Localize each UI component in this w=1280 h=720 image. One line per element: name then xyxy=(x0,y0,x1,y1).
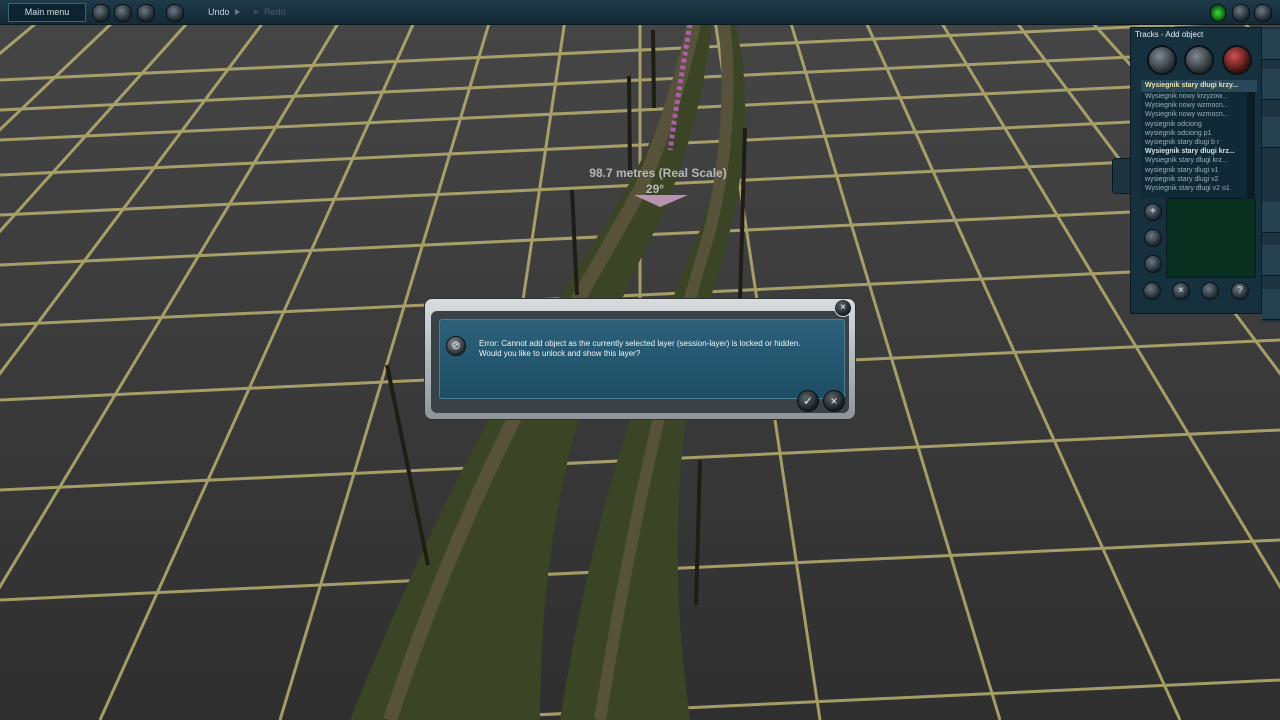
tab-layers[interactable] xyxy=(1262,245,1280,276)
object-list[interactable]: Wysiegnik nowy krzyzow... Wysiegnik nowy … xyxy=(1141,92,1247,198)
rotate-icon[interactable] xyxy=(1144,255,1162,273)
help-icon[interactable]: ? xyxy=(1231,282,1249,300)
add-icon[interactable] xyxy=(1232,4,1250,22)
panel-collapse-handle[interactable] xyxy=(1112,158,1131,194)
object-list-scrollbar[interactable] xyxy=(1247,92,1255,198)
list-item[interactable]: Wysiegnik nowy wzmocn... xyxy=(1141,110,1247,119)
angle-label: 29° xyxy=(645,182,665,196)
undo-button[interactable]: Undo xyxy=(208,4,230,20)
list-item[interactable]: wysiegnik stary dlugi b r xyxy=(1141,138,1247,147)
list-item[interactable]: Wysiegnik stary dlugi krz... xyxy=(1141,147,1247,156)
tab-tools[interactable] xyxy=(1262,202,1280,233)
main-menu-button[interactable]: Main menu xyxy=(8,3,86,22)
list-item[interactable]: wysiegnik stary dlugi v2 xyxy=(1141,175,1247,184)
tab-paint[interactable] xyxy=(1262,69,1280,100)
anchor-icon[interactable] xyxy=(1201,282,1219,300)
undo-arrow-icon xyxy=(235,9,240,15)
dialog-frame xyxy=(431,311,849,413)
tab-settings[interactable] xyxy=(1262,289,1280,320)
globe-icon[interactable] xyxy=(92,4,110,22)
list-item[interactable]: wysiegnik odciong p1 xyxy=(1141,129,1247,138)
tab-terrain[interactable] xyxy=(1262,29,1280,60)
list-item[interactable]: Wysiegnik stary dlugi v2 o1 xyxy=(1141,184,1247,193)
help-icon[interactable] xyxy=(1254,4,1272,22)
layers-icon[interactable] xyxy=(166,4,184,22)
measurement-label: 98.7 metres (Real Scale) xyxy=(589,166,727,180)
list-item[interactable]: Wysiegnik nowy krzyzow... xyxy=(1141,92,1247,101)
pole-mode-icon[interactable] xyxy=(1184,45,1214,75)
tool-tabs xyxy=(1262,27,1280,322)
list-item[interactable]: Wysiegnik nowy wzmocn... xyxy=(1141,101,1247,110)
message-line: Error: Cannot add object as the currentl… xyxy=(479,339,801,348)
close-icon[interactable]: × xyxy=(834,299,852,317)
selected-object-label: Wysiegnik stary dlugi krzy... xyxy=(1141,80,1257,92)
settings-icon[interactable] xyxy=(137,4,155,22)
cancel-button[interactable]: × xyxy=(823,390,845,412)
top-toolbar: Main menu Undo Redo xyxy=(0,0,1280,25)
add-icon[interactable]: + xyxy=(1144,203,1162,221)
wrench-icon[interactable] xyxy=(1144,229,1162,247)
dialog-message: Error: Cannot add object as the currentl… xyxy=(479,339,819,359)
panel-title: Tracks - Add object xyxy=(1135,30,1204,39)
track-mode-icon[interactable] xyxy=(1147,45,1177,75)
error-dialog xyxy=(424,298,856,420)
redo-arrow-icon xyxy=(254,9,259,15)
remove-icon[interactable]: × xyxy=(1172,282,1190,300)
message-line: Would you like to unlock and show this l… xyxy=(479,349,641,358)
dialog-body xyxy=(439,319,845,399)
status-indicator-icon xyxy=(1210,4,1226,22)
list-icon[interactable] xyxy=(114,4,132,22)
tracks-add-object-panel: Tracks - Add object Wysiegnik stary dlug… xyxy=(1130,27,1262,314)
list-item[interactable]: Wysiegnik stary dlugi krz... xyxy=(1141,156,1247,165)
confirm-button[interactable]: ✓ xyxy=(797,390,819,412)
error-icon: ⊘ xyxy=(446,336,466,356)
redo-button[interactable]: Redo xyxy=(264,4,286,20)
delete-mode-icon[interactable] xyxy=(1222,45,1252,75)
tab-objects[interactable] xyxy=(1262,117,1280,148)
list-item[interactable]: wysiegnik stary dlugi v1 xyxy=(1141,166,1247,175)
pin-icon[interactable] xyxy=(1143,282,1161,300)
list-item[interactable]: wysiegnik odciong xyxy=(1141,120,1247,129)
object-preview xyxy=(1166,198,1256,278)
